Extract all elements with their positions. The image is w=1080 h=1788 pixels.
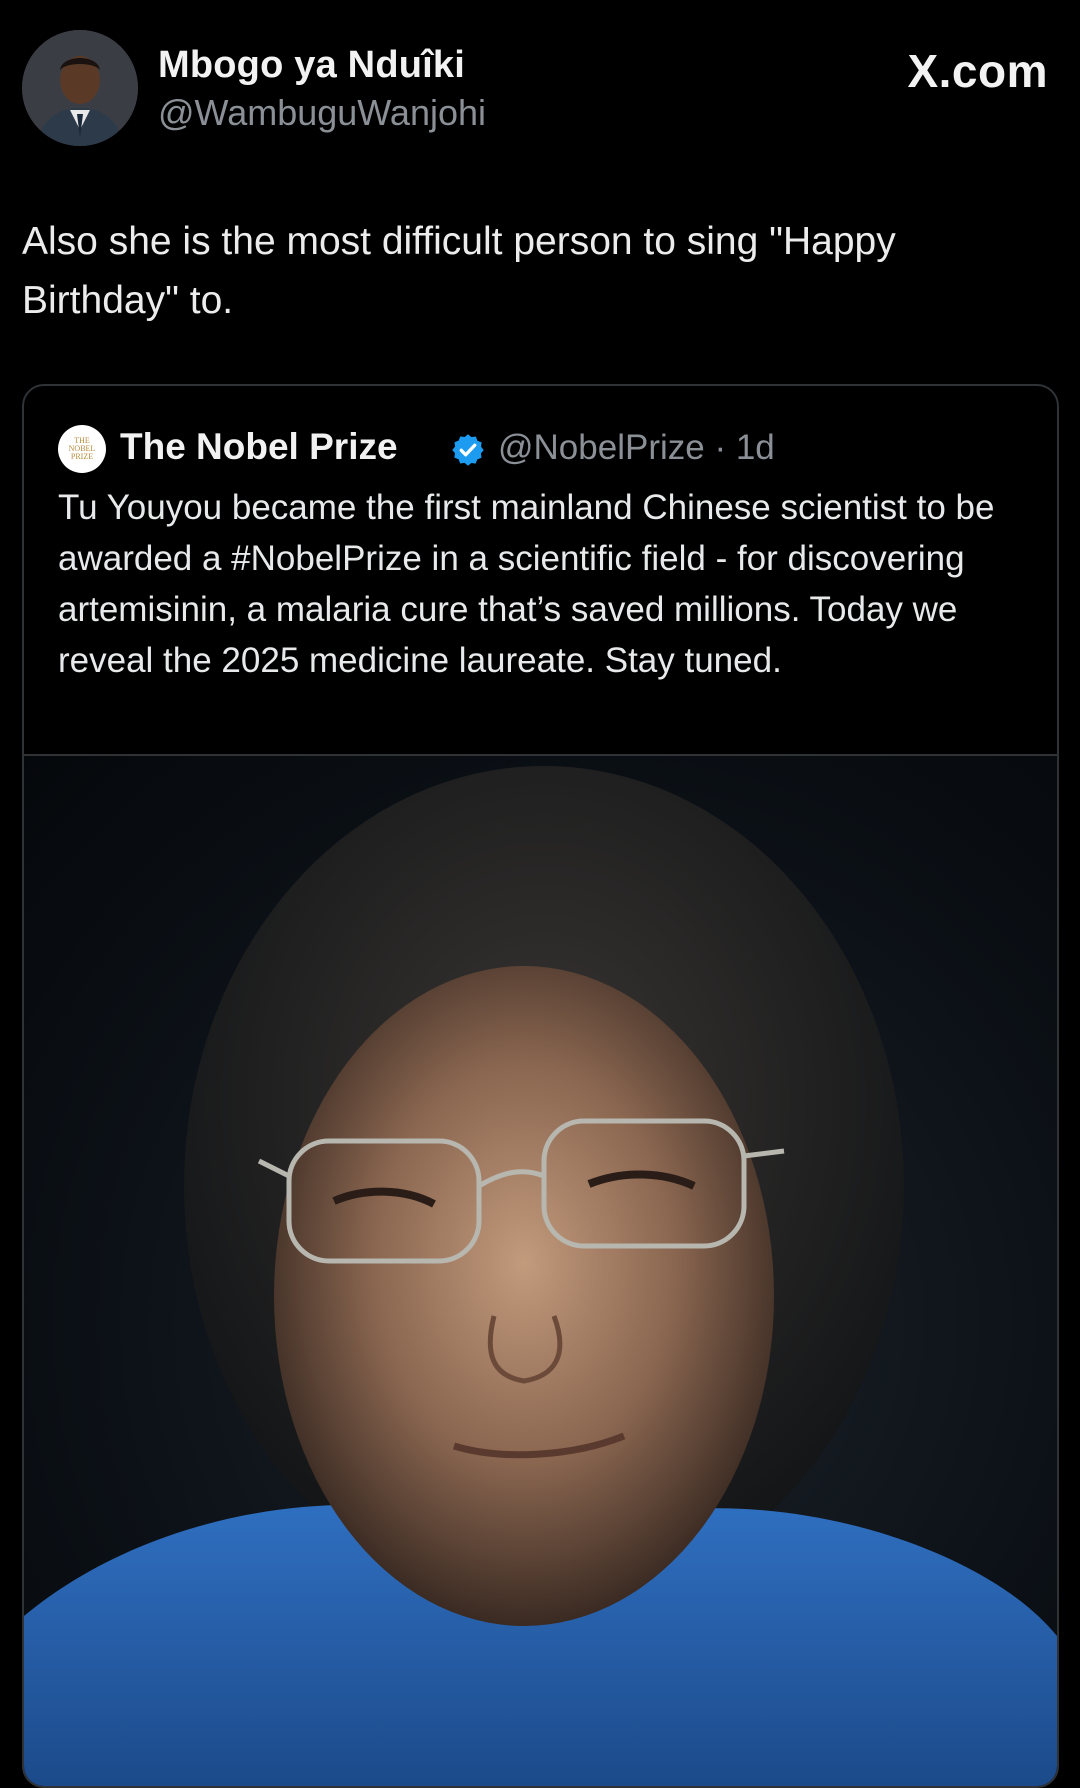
quoted-tweet-header: THE NOBEL PRIZE The Nobel Prize @NobelPr… [58, 422, 1038, 476]
nobel-avatar-text: THE NOBEL PRIZE [68, 436, 96, 461]
portrait-photo-icon [24, 766, 1057, 1786]
site-label: X.com [907, 45, 1048, 97]
quoted-tweet-text: Tu Youyou became the first mainland Chin… [58, 488, 995, 680]
profile-photo-icon [22, 30, 138, 146]
quoted-author-name[interactable]: The Nobel Prize [120, 426, 398, 468]
tweet-text: Also she is the most difficult person to… [22, 220, 896, 322]
tweet-header: Mbogo ya Nduîki @WambuguWanjohi X.com [22, 30, 1058, 150]
author-handle[interactable]: @WambuguWanjohi [158, 92, 486, 134]
quoted-tweet-card[interactable]: THE NOBEL PRIZE The Nobel Prize @NobelPr… [22, 384, 1059, 1788]
nobel-prize-avatar[interactable]: THE NOBEL PRIZE [58, 425, 106, 473]
author-avatar[interactable] [22, 30, 138, 146]
quoted-handle-time[interactable]: @NobelPrize · 1d [498, 428, 775, 468]
quoted-tweet-photo[interactable] [24, 754, 1057, 1786]
author-name[interactable]: Mbogo ya Nduîki [158, 44, 465, 87]
verified-badge-icon [452, 434, 484, 466]
